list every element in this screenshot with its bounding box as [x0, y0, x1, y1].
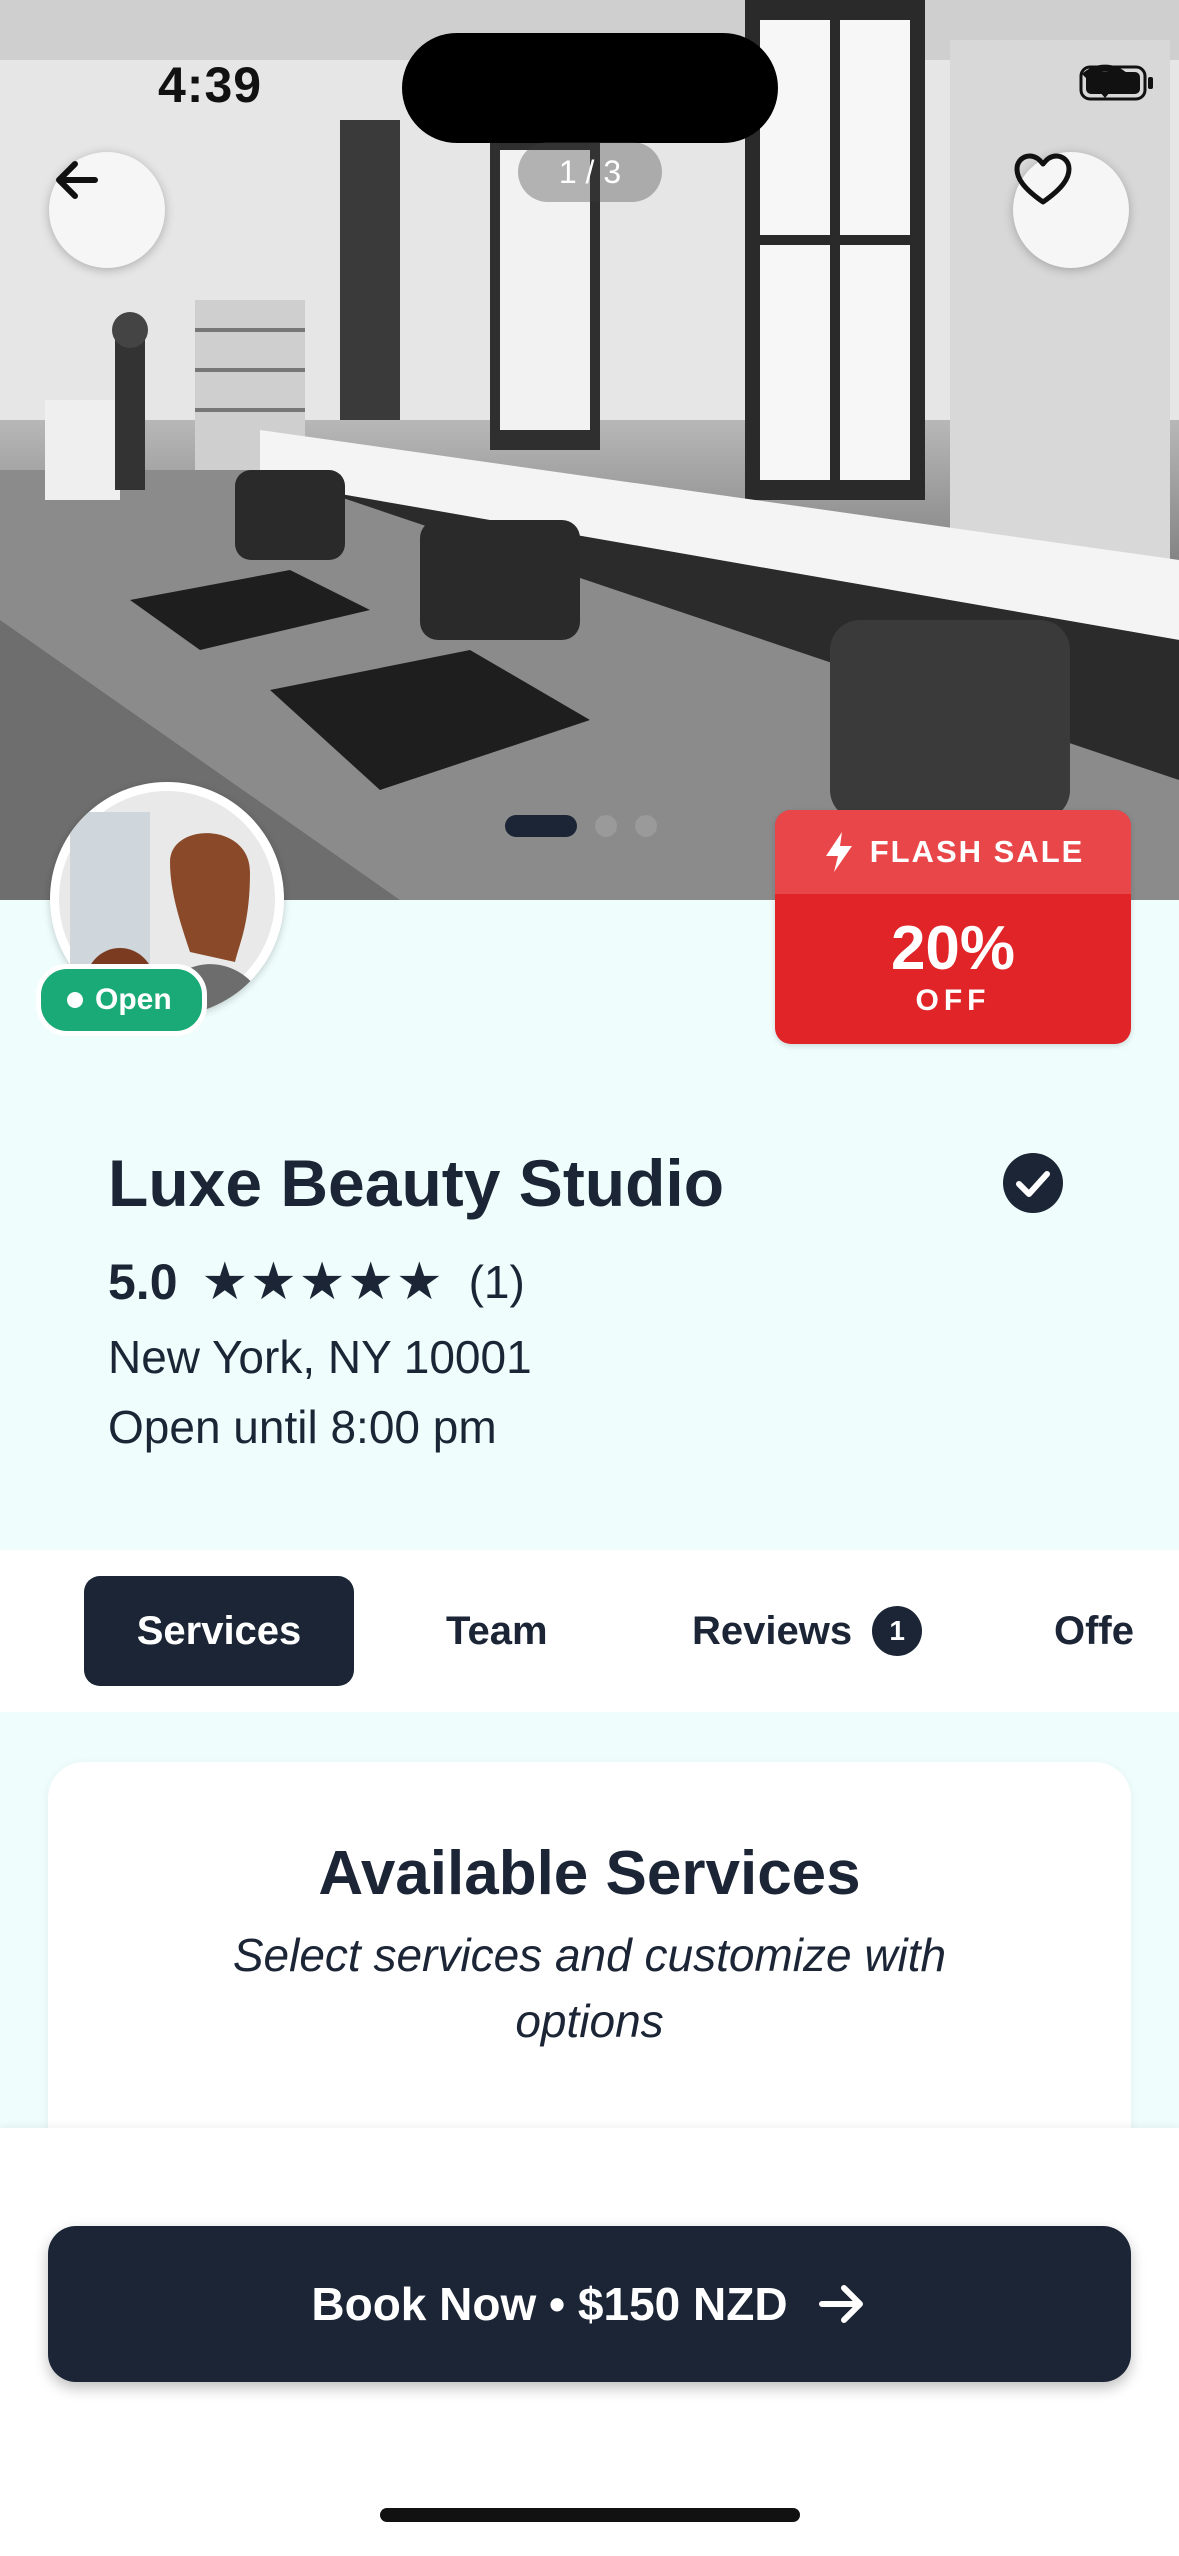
tab-label: Services [136, 1608, 302, 1653]
services-title: Available Services [318, 1839, 861, 1908]
tab-label: Team [446, 1608, 548, 1653]
pagination-dot[interactable] [595, 815, 617, 837]
book-now-label: Book Now • $150 NZD [311, 2278, 788, 2330]
flash-sale-badge[interactable]: FLASH SALE 20% OFF [775, 810, 1131, 1044]
business-hours: Open until 8:00 pm [108, 1401, 497, 1453]
lightning-icon [825, 832, 852, 872]
available-services-card: Available Services Select services and c… [48, 1762, 1131, 2182]
tab-reviews[interactable]: Reviews 1 [692, 1576, 923, 1686]
tab-services[interactable]: Services [84, 1576, 354, 1686]
tab-label: Offe [1054, 1608, 1134, 1653]
battery-icon [1079, 65, 1153, 101]
pagination-dot-active[interactable] [505, 815, 577, 837]
arrow-right-icon [818, 2285, 863, 2323]
section-tabs: Services Team Reviews 1 Offe [0, 1550, 1179, 1714]
open-status-badge: Open [36, 964, 207, 1036]
flash-sale-percent: 20% [890, 914, 1016, 983]
reviews-count-badge: 1 [872, 1606, 923, 1656]
rating-row: 5.0 ★★★★★ (1) [108, 1252, 525, 1312]
book-now-button[interactable]: Book Now • $150 NZD [48, 2226, 1131, 2382]
tab-offers[interactable]: Offe [1054, 1576, 1134, 1686]
business-address: New York, NY 10001 [108, 1331, 532, 1383]
rating-score: 5.0 [108, 1254, 178, 1310]
rating-stars-icon: ★★★★★ [201, 1253, 445, 1311]
pagination-dot[interactable] [635, 815, 657, 837]
tab-label: Reviews [692, 1608, 853, 1653]
services-subtitle: Select services and customize with optio… [232, 1929, 947, 2047]
home-indicator [380, 2508, 800, 2522]
back-button[interactable] [49, 152, 165, 268]
dynamic-island [402, 33, 778, 143]
open-status-label: Open [95, 983, 172, 1016]
image-pagination [505, 815, 657, 837]
verified-badge [1002, 1152, 1064, 1219]
review-count: (1) [468, 1256, 525, 1308]
status-dot [67, 992, 83, 1008]
heart-icon [1014, 153, 1072, 205]
flash-sale-off: OFF [915, 984, 991, 1017]
flash-sale-label: FLASH SALE [869, 834, 1085, 869]
image-counter: 1 / 3 [518, 142, 662, 202]
check-circle-icon [1003, 1153, 1063, 1213]
favorite-button[interactable] [1013, 152, 1129, 268]
flash-sale-header: FLASH SALE [775, 810, 1131, 894]
salon-hero-image[interactable]: 4:39 1 / 3 [0, 0, 1179, 900]
status-time: 4:39 [158, 57, 263, 113]
business-name: Luxe Beauty Studio [108, 1146, 725, 1220]
arrow-left-icon [56, 161, 98, 199]
tab-team[interactable]: Team [446, 1576, 548, 1686]
